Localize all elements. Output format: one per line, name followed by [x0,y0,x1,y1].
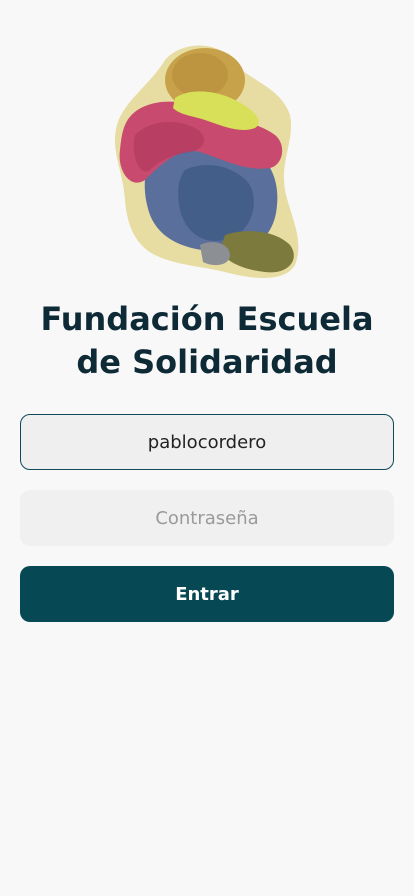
title-line-2: de Solidaridad [76,343,338,381]
login-button[interactable]: Entrar [20,566,394,622]
title-line-1: Fundación Escuela [40,300,374,338]
page-title: Fundación Escuela de Solidaridad [0,298,414,384]
username-field[interactable] [20,414,394,470]
foundation-logo-illustration [114,45,299,278]
password-field[interactable] [20,490,394,546]
